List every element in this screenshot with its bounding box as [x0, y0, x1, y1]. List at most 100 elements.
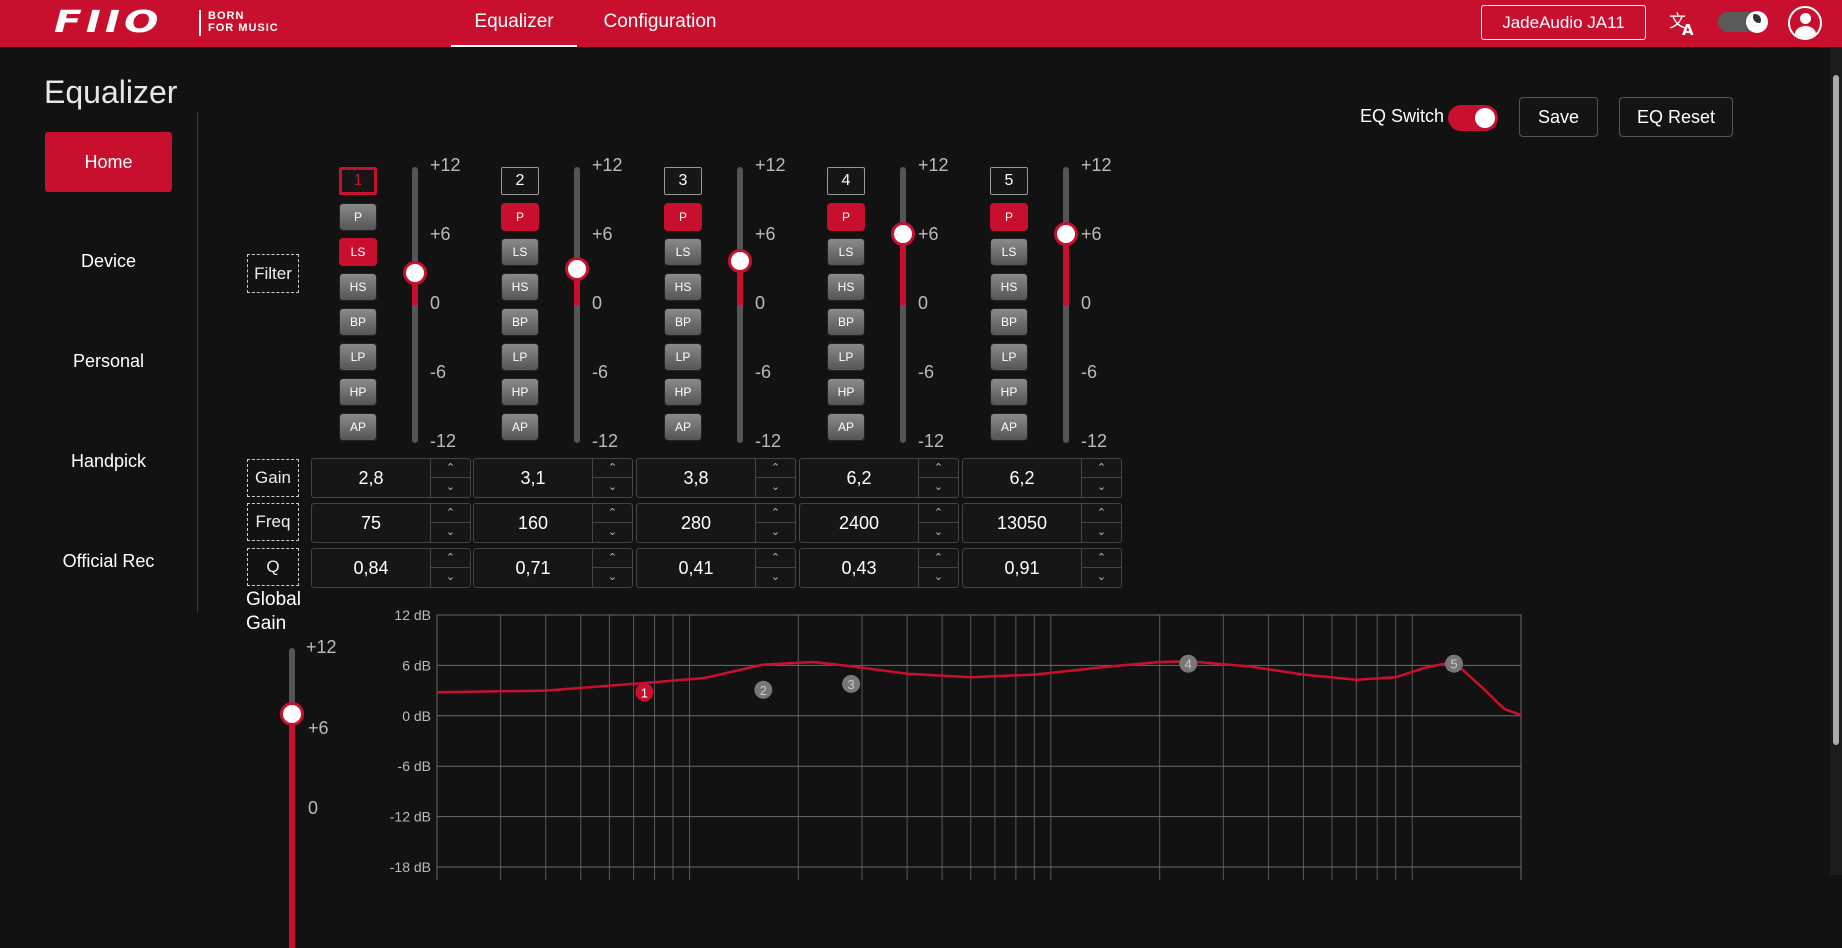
chevron-up-icon[interactable]: ⌃	[431, 549, 470, 568]
band-freq-stepper[interactable]: 75 ⌃ ⌄	[311, 503, 471, 543]
band-gain-stepper[interactable]: 3,8 ⌃ ⌄	[636, 458, 796, 498]
band-gain-input[interactable]: 6,2	[800, 459, 918, 497]
band-freq-input[interactable]: 160	[474, 504, 592, 542]
band-q-input[interactable]: 0,71	[474, 549, 592, 587]
chevron-up-icon[interactable]: ⌃	[756, 549, 795, 568]
band-gain-input[interactable]: 6,2	[963, 459, 1081, 497]
chevron-up-icon[interactable]: ⌃	[1082, 459, 1121, 478]
band-gain-slider-knob[interactable]	[403, 260, 427, 285]
band-freq-stepper[interactable]: 280 ⌃ ⌄	[636, 503, 796, 543]
band-gain-slider-knob[interactable]	[565, 257, 589, 282]
chevron-up-icon[interactable]: ⌃	[919, 504, 958, 523]
chevron-up-icon[interactable]: ⌃	[431, 459, 470, 478]
band-number-1[interactable]: 1	[339, 167, 377, 195]
tab-configuration[interactable]: Configuration	[592, 0, 728, 47]
sidebar-item-personal[interactable]: Personal	[45, 331, 172, 391]
band-freq-stepper[interactable]: 2400 ⌃ ⌄	[799, 503, 959, 543]
band-q-stepper[interactable]: 0,84 ⌃ ⌄	[311, 548, 471, 588]
filter-ap-button[interactable]: AP	[827, 413, 865, 441]
filter-ap-button[interactable]: AP	[664, 413, 702, 441]
filter-hs-button[interactable]: HS	[827, 273, 865, 301]
band-gain-slider[interactable]	[565, 167, 589, 443]
filter-ls-button[interactable]: LS	[501, 238, 539, 266]
tab-equalizer[interactable]: Equalizer	[451, 0, 577, 47]
band-gain-slider[interactable]	[891, 167, 915, 443]
filter-hp-button[interactable]: HP	[501, 378, 539, 406]
filter-p-button[interactable]: P	[827, 203, 865, 231]
band-gain-input[interactable]: 3,8	[637, 459, 755, 497]
filter-bp-button[interactable]: BP	[501, 308, 539, 336]
save-button[interactable]: Save	[1519, 97, 1598, 137]
eq-switch-toggle[interactable]	[1448, 105, 1498, 131]
filter-p-button[interactable]: P	[990, 203, 1028, 231]
eq-reset-button[interactable]: EQ Reset	[1619, 97, 1733, 137]
band-q-input[interactable]: 0,41	[637, 549, 755, 587]
chevron-up-icon[interactable]: ⌃	[756, 504, 795, 523]
filter-p-button[interactable]: P	[339, 203, 377, 231]
filter-ap-button[interactable]: AP	[501, 413, 539, 441]
global-gain-slider-knob[interactable]	[280, 702, 304, 726]
band-freq-stepper[interactable]: 13050 ⌃ ⌄	[962, 503, 1122, 543]
chevron-down-icon[interactable]: ⌄	[1082, 478, 1121, 497]
filter-ap-button[interactable]: AP	[339, 413, 377, 441]
band-gain-slider[interactable]	[1054, 167, 1078, 443]
account-icon[interactable]	[1788, 6, 1822, 40]
band-freq-input[interactable]: 280	[637, 504, 755, 542]
device-select-button[interactable]: JadeAudio JA11	[1481, 5, 1646, 40]
band-gain-slider-knob[interactable]	[1054, 221, 1078, 246]
chevron-up-icon[interactable]: ⌃	[431, 504, 470, 523]
band-q-input[interactable]: 0,43	[800, 549, 918, 587]
chevron-down-icon[interactable]: ⌄	[919, 523, 958, 542]
filter-lp-button[interactable]: LP	[501, 343, 539, 371]
filter-ls-button[interactable]: LS	[990, 238, 1028, 266]
sidebar-item-official-rec[interactable]: Official Rec	[45, 531, 172, 591]
filter-hs-button[interactable]: HS	[990, 273, 1028, 301]
filter-ls-button[interactable]: LS	[339, 238, 377, 266]
band-number-3[interactable]: 3	[664, 167, 702, 195]
chevron-up-icon[interactable]: ⌃	[919, 459, 958, 478]
chevron-down-icon[interactable]: ⌄	[1082, 568, 1121, 587]
band-number-4[interactable]: 4	[827, 167, 865, 195]
filter-p-button[interactable]: P	[664, 203, 702, 231]
chevron-down-icon[interactable]: ⌄	[756, 523, 795, 542]
sidebar-item-home[interactable]: Home	[45, 132, 172, 192]
band-gain-stepper[interactable]: 2,8 ⌃ ⌄	[311, 458, 471, 498]
band-number-2[interactable]: 2	[501, 167, 539, 195]
band-q-input[interactable]: 0,91	[963, 549, 1081, 587]
chevron-up-icon[interactable]: ⌃	[756, 459, 795, 478]
chevron-down-icon[interactable]: ⌄	[593, 523, 632, 542]
chevron-down-icon[interactable]: ⌄	[593, 478, 632, 497]
chevron-up-icon[interactable]: ⌃	[593, 459, 632, 478]
band-q-stepper[interactable]: 0,71 ⌃ ⌄	[473, 548, 633, 588]
chevron-down-icon[interactable]: ⌄	[431, 523, 470, 542]
filter-hp-button[interactable]: HP	[339, 378, 377, 406]
scrollbar-thumb[interactable]	[1833, 75, 1839, 745]
chevron-down-icon[interactable]: ⌄	[756, 568, 795, 587]
translate-icon[interactable]: 文A	[1668, 9, 1698, 39]
chevron-down-icon[interactable]: ⌄	[1082, 523, 1121, 542]
band-gain-stepper[interactable]: 3,1 ⌃ ⌄	[473, 458, 633, 498]
filter-hp-button[interactable]: HP	[664, 378, 702, 406]
page-scrollbar[interactable]	[1830, 47, 1842, 875]
filter-p-button[interactable]: P	[501, 203, 539, 231]
filter-lp-button[interactable]: LP	[827, 343, 865, 371]
band-gain-slider[interactable]	[728, 167, 752, 443]
filter-hs-button[interactable]: HS	[339, 273, 377, 301]
filter-bp-button[interactable]: BP	[664, 308, 702, 336]
filter-ls-button[interactable]: LS	[664, 238, 702, 266]
chevron-down-icon[interactable]: ⌄	[431, 568, 470, 587]
band-q-stepper[interactable]: 0,41 ⌃ ⌄	[636, 548, 796, 588]
band-number-5[interactable]: 5	[990, 167, 1028, 195]
chevron-up-icon[interactable]: ⌃	[1082, 549, 1121, 568]
filter-bp-button[interactable]: BP	[339, 308, 377, 336]
chevron-up-icon[interactable]: ⌃	[593, 549, 632, 568]
band-gain-slider[interactable]	[403, 167, 427, 443]
band-q-stepper[interactable]: 0,43 ⌃ ⌄	[799, 548, 959, 588]
band-freq-input[interactable]: 2400	[800, 504, 918, 542]
fiio-logo[interactable]: FIIO BORN FOR MUSIC	[54, 5, 278, 40]
chevron-down-icon[interactable]: ⌄	[593, 568, 632, 587]
filter-hs-button[interactable]: HS	[664, 273, 702, 301]
sidebar-item-device[interactable]: Device	[45, 231, 172, 291]
filter-bp-button[interactable]: BP	[827, 308, 865, 336]
global-gain-slider[interactable]	[280, 648, 304, 948]
